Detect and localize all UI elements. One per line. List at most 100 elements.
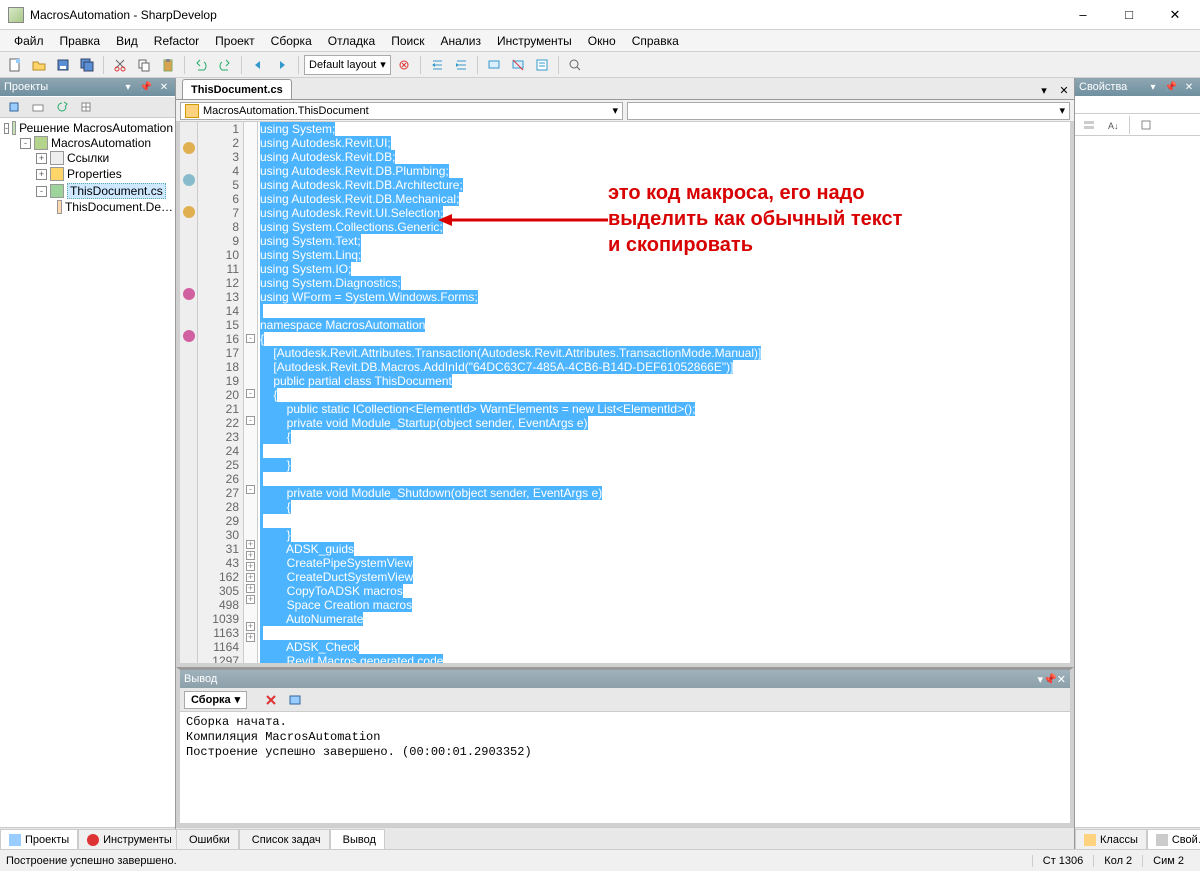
menu-refactor[interactable]: Refactor	[146, 32, 207, 50]
clear-output-button[interactable]	[261, 690, 281, 710]
panel-pin-button[interactable]: 📌	[139, 80, 153, 94]
tree-label: Решение MacrosAutomation	[19, 121, 173, 135]
menu-справка[interactable]: Справка	[624, 32, 687, 50]
main-toolbar: Default layout▾	[0, 52, 1200, 78]
tree-inner-file-node[interactable]: ThisDocument.De…	[52, 200, 173, 214]
properties-grid[interactable]	[1075, 136, 1200, 827]
tab-projects[interactable]: Проекты	[0, 829, 78, 849]
undo-button[interactable]	[190, 54, 212, 76]
editor-container: 1234567891011121314151617181920212223242…	[176, 122, 1074, 667]
maximize-button[interactable]: □	[1106, 1, 1152, 29]
menu-вид[interactable]: Вид	[108, 32, 146, 50]
output-tab-ошибки[interactable]: Ошибки	[176, 829, 239, 849]
projects-refresh-button[interactable]	[51, 96, 73, 118]
paste-button[interactable]	[157, 54, 179, 76]
tab-label: Классы	[1100, 834, 1138, 846]
menu-поиск[interactable]: Поиск	[383, 32, 432, 50]
tab-close-button[interactable]: ✕	[1054, 81, 1074, 99]
solution-icon	[12, 121, 16, 135]
code-editor[interactable]: 1234567891011121314151617181920212223242…	[198, 122, 1070, 663]
copy-button[interactable]	[133, 54, 155, 76]
tab-tools[interactable]: Инструменты	[78, 829, 181, 849]
tab-label: Проекты	[25, 834, 69, 846]
line-numbers: 1234567891011121314151617181920212223242…	[198, 122, 244, 663]
alphabetical-button[interactable]: A↓	[1102, 114, 1124, 136]
menu-окно[interactable]: Окно	[580, 32, 624, 50]
panel-menu-button[interactable]: ▾	[1146, 80, 1160, 94]
panel-pin-button[interactable]: 📌	[1043, 673, 1057, 686]
tree-file-node[interactable]: -ThisDocument.cs	[36, 183, 173, 199]
properties-tab-button[interactable]	[1135, 114, 1157, 136]
minimize-button[interactable]: –	[1060, 1, 1106, 29]
window-title: MacrosAutomation - SharpDevelop	[30, 8, 1060, 22]
find-button[interactable]	[564, 54, 586, 76]
properties-panel-title: Свойства	[1079, 81, 1127, 93]
output-tab-список задач[interactable]: Список задач	[239, 829, 330, 849]
output-toolbar: Сборка▾	[180, 688, 1070, 712]
tab-label: Инструменты	[103, 834, 172, 846]
menu-отладка[interactable]: Отладка	[320, 32, 383, 50]
layout-reset-button[interactable]	[393, 54, 415, 76]
redo-button[interactable]	[214, 54, 236, 76]
code-area[interactable]: using System;using Autodesk.Revit.UI;usi…	[258, 122, 1070, 663]
cut-button[interactable]	[109, 54, 131, 76]
marker-icon	[183, 206, 195, 218]
menu-проект[interactable]: Проект	[207, 32, 263, 50]
forward-button[interactable]	[271, 54, 293, 76]
indent-button[interactable]	[450, 54, 472, 76]
panel-pin-button[interactable]: 📌	[1164, 80, 1178, 94]
tab-properties[interactable]: Свой…	[1147, 829, 1200, 849]
panel-close-button[interactable]: ✕	[1182, 80, 1196, 94]
output-source-combo[interactable]: Сборка▾	[184, 691, 247, 709]
properties-object-combo[interactable]	[1075, 96, 1200, 114]
document-tabs: ThisDocument.cs ▾ ✕	[176, 78, 1074, 100]
properties-panel-header: Свойства ▾ 📌 ✕	[1075, 78, 1200, 96]
projects-collapse-button[interactable]	[3, 96, 25, 118]
class-combo[interactable]: MacrosAutomation.ThisDocument▾	[180, 102, 623, 120]
layout-combo[interactable]: Default layout▾	[304, 55, 391, 75]
tab-list-button[interactable]: ▾	[1034, 81, 1054, 99]
properties-icon	[1156, 834, 1168, 846]
panel-close-button[interactable]: ✕	[157, 80, 171, 94]
save-button[interactable]	[52, 54, 74, 76]
menu-правка[interactable]: Правка	[52, 32, 109, 50]
menu-файл[interactable]: Файл	[6, 32, 52, 50]
projects-properties-button[interactable]	[27, 96, 49, 118]
categorized-button[interactable]	[1078, 114, 1100, 136]
status-bar: Построение успешно завершено. Ст 1306 Ко…	[0, 849, 1200, 871]
tools-icon	[87, 834, 99, 846]
output-tab-вывод[interactable]: Вывод	[330, 829, 385, 849]
properties-panel: Свойства ▾ 📌 ✕ A↓ Классы Свой…	[1074, 78, 1200, 849]
project-tree[interactable]: -Решение MacrosAutomation -MacrosAutomat…	[0, 118, 175, 827]
close-button[interactable]: ✕	[1152, 1, 1198, 29]
classes-icon	[1084, 834, 1096, 846]
projects-showall-button[interactable]	[75, 96, 97, 118]
output-text[interactable]: Сборка начата. Компиляция MacrosAutomati…	[180, 712, 1070, 823]
document-tab[interactable]: ThisDocument.cs	[182, 79, 292, 99]
member-combo[interactable]: ▾	[627, 102, 1070, 120]
new-file-button[interactable]	[4, 54, 26, 76]
status-char: Сим 2	[1142, 855, 1194, 867]
menu-анализ[interactable]: Анализ	[432, 32, 489, 50]
tree-solution-node[interactable]: -Решение MacrosAutomation	[4, 121, 173, 135]
menu-сборка[interactable]: Сборка	[263, 32, 320, 50]
tree-references-node[interactable]: +Ссылки	[36, 151, 173, 165]
word-wrap-button[interactable]	[285, 690, 305, 710]
tab-classes[interactable]: Классы	[1075, 829, 1147, 849]
panel-close-button[interactable]: ✕	[1057, 673, 1066, 686]
comment-button[interactable]	[483, 54, 505, 76]
autoformat-button[interactable]	[531, 54, 553, 76]
fold-gutter[interactable]: - - - - ++++++ ++	[244, 122, 258, 663]
outdent-button[interactable]	[426, 54, 448, 76]
back-button[interactable]	[247, 54, 269, 76]
tree-label: ThisDocument.cs	[67, 183, 166, 199]
panel-menu-button[interactable]: ▾	[121, 80, 135, 94]
tree-project-node[interactable]: -MacrosAutomation	[20, 136, 173, 150]
tree-properties-node[interactable]: +Properties	[36, 167, 173, 181]
project-icon	[34, 136, 48, 150]
save-all-button[interactable]	[76, 54, 98, 76]
menu-инструменты[interactable]: Инструменты	[489, 32, 580, 50]
status-column: Кол 2	[1093, 855, 1142, 867]
uncomment-button[interactable]	[507, 54, 529, 76]
open-button[interactable]	[28, 54, 50, 76]
